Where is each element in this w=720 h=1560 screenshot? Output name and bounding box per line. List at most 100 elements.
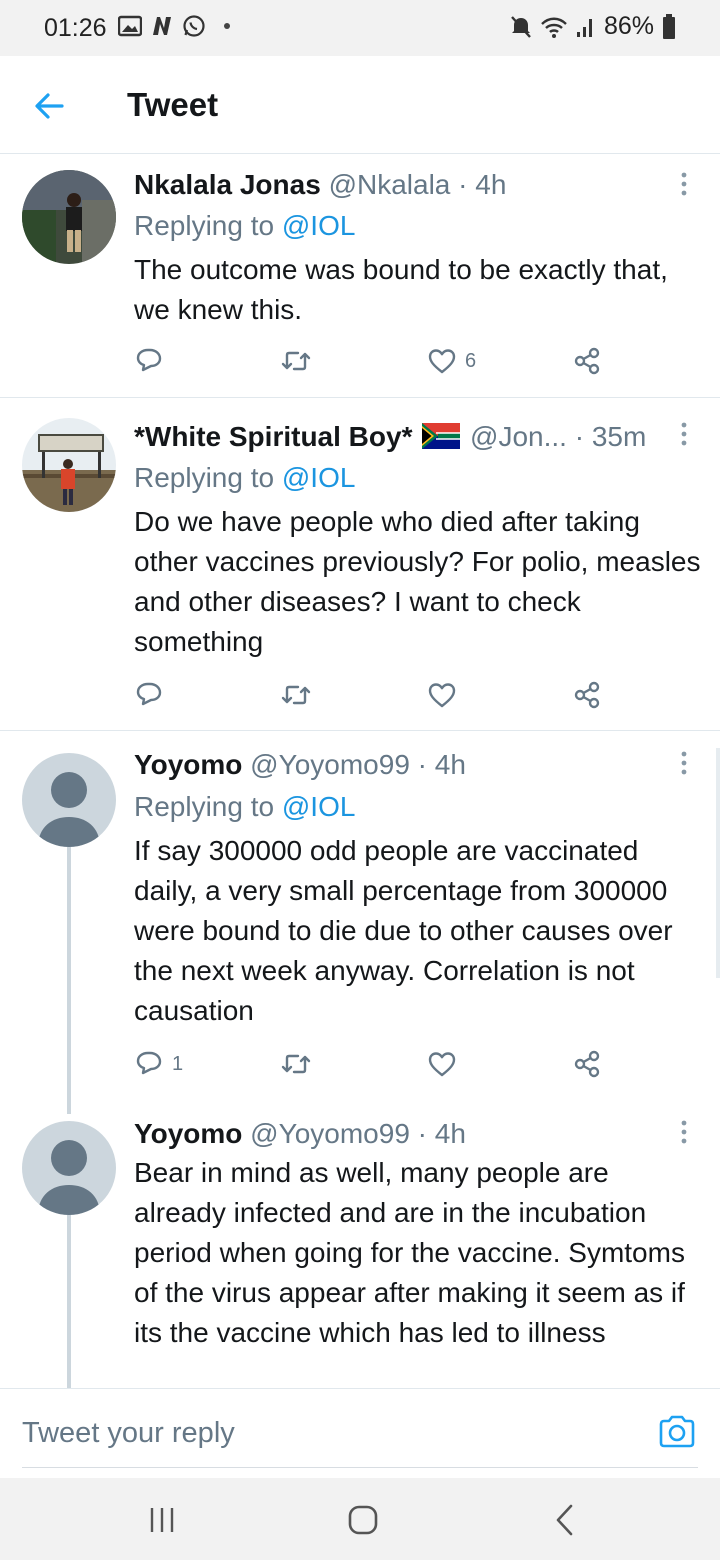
replying-prefix: Replying to <box>134 462 282 493</box>
retweet-icon <box>281 685 311 705</box>
heart-icon <box>428 1052 456 1077</box>
retweet-button[interactable] <box>280 678 320 712</box>
share-icon <box>574 1050 600 1078</box>
reply-icon <box>136 348 162 372</box>
retweet-icon <box>281 351 311 371</box>
back-icon[interactable] <box>545 1500 585 1540</box>
status-bar: 01:26 86% <box>0 0 720 56</box>
input-underline <box>22 1467 698 1468</box>
more-vertical-icon[interactable] <box>674 749 694 779</box>
retweet-icon <box>281 1054 311 1074</box>
page-title: Tweet <box>127 86 219 123</box>
tweet-actions <box>134 678 614 718</box>
share-icon <box>574 681 600 709</box>
heart-icon <box>428 349 456 374</box>
replying-prefix: Replying to <box>134 210 282 241</box>
status-time: 01:26 <box>44 14 107 42</box>
like-button[interactable]: 6 <box>427 344 476 378</box>
reply-count: 1 <box>172 1052 184 1075</box>
reply-button[interactable] <box>134 344 172 378</box>
more-vertical-icon[interactable] <box>674 420 694 450</box>
battery-icon <box>663 13 675 39</box>
system-icons: 86% <box>510 12 676 41</box>
tweet-header: Yoyomo @Yoyomo99 · 4h <box>134 749 466 781</box>
user-handle[interactable]: @Yoyomo99 <box>250 749 410 780</box>
tweet-text: The outcome was bound to be exactly that… <box>134 254 668 325</box>
user-name[interactable]: *White Spiritual Boy* <box>134 421 412 452</box>
user-handle[interactable]: @Yoyomo99 <box>250 1118 410 1149</box>
replying-to: Replying to @IOL <box>134 791 355 823</box>
tweet-time: · 4h <box>417 749 466 780</box>
system-navigation-bar <box>0 1478 720 1560</box>
home-icon[interactable] <box>343 1500 383 1540</box>
scrollbar[interactable] <box>716 748 720 978</box>
user-name[interactable]: Yoyomo <box>134 749 242 780</box>
tweet-time: · 35m <box>574 421 647 452</box>
tweet-header: *White Spiritual Boy* @Jon... · 35m <box>134 421 646 453</box>
tweet[interactable]: Nkalala Jonas @Nkalala · 4h Replying to … <box>0 154 720 397</box>
replying-mention[interactable]: @IOL <box>282 791 356 822</box>
tweet-text: Bear in mind as well, many people are al… <box>134 1157 685 1348</box>
arrow-left-icon[interactable] <box>30 86 70 126</box>
avatar-photo <box>22 170 116 264</box>
more-vertical-icon[interactable] <box>674 1118 694 1148</box>
share-icon <box>574 347 600 375</box>
more-vertical-icon[interactable] <box>674 170 694 200</box>
dot-icon <box>224 23 230 29</box>
replying-to: Replying to @IOL <box>134 210 355 242</box>
recents-icon[interactable] <box>142 1500 182 1540</box>
top-app-bar: Tweet <box>0 56 720 154</box>
signal-icon <box>576 18 592 37</box>
retweet-button[interactable] <box>280 344 320 378</box>
whatsapp-icon <box>183 15 205 37</box>
replying-mention[interactable]: @IOL <box>282 462 356 493</box>
tweet-text: Do we have people who died after taking … <box>134 506 701 657</box>
reply-icon <box>136 1051 162 1075</box>
reply-button[interactable] <box>134 678 172 712</box>
reply-bar: Tweet your reply <box>0 1388 720 1478</box>
wifi-icon <box>541 17 567 38</box>
user-handle[interactable]: @Nkalala <box>329 169 451 200</box>
user-handle[interactable]: @Jon... <box>470 421 567 452</box>
tweet-text: If say 300000 odd people are vaccinated … <box>134 835 673 1026</box>
user-name[interactable]: Yoyomo <box>134 1118 242 1149</box>
avatar[interactable] <box>22 1121 116 1215</box>
avatar-photo <box>22 418 116 512</box>
replying-prefix: Replying to <box>134 791 282 822</box>
avatar[interactable] <box>22 753 116 847</box>
n-icon <box>153 17 171 35</box>
default-avatar-icon <box>38 1140 100 1215</box>
avatar[interactable] <box>22 170 116 264</box>
avatar[interactable] <box>22 418 116 512</box>
share-button[interactable] <box>572 344 602 378</box>
replying-mention[interactable]: @IOL <box>282 210 356 241</box>
tweet-time: · 4h <box>417 1118 466 1149</box>
like-button[interactable] <box>427 1047 465 1081</box>
like-button[interactable] <box>427 678 465 712</box>
south-africa-flag-icon <box>422 423 461 449</box>
share-button[interactable] <box>572 678 602 712</box>
reply-icon <box>136 682 162 706</box>
reply-button[interactable]: 1 <box>134 1047 183 1081</box>
user-name[interactable]: Nkalala Jonas <box>134 169 321 200</box>
gallery-icon <box>118 15 142 37</box>
like-count: 6 <box>465 349 477 372</box>
share-button[interactable] <box>572 1047 602 1081</box>
retweet-button[interactable] <box>280 1047 320 1081</box>
battery-percent: 86% <box>603 12 654 40</box>
tweet[interactable]: *White Spiritual Boy* @Jon... · 35m Repl… <box>0 398 720 730</box>
mute-icon <box>511 15 531 38</box>
tweet-header: Nkalala Jonas @Nkalala · 4h <box>134 169 506 201</box>
default-avatar-icon <box>38 772 100 847</box>
tweet-header: Yoyomo @Yoyomo99 · 4h <box>134 1118 466 1150</box>
tweet[interactable]: Yoyomo @Yoyomo99 · 4h Bear in mind as we… <box>0 1101 720 1388</box>
tweet-actions: 6 <box>134 344 614 384</box>
camera-icon[interactable] <box>658 1413 696 1451</box>
tweet-actions: 1 <box>134 1047 614 1087</box>
tweet-time: · 4h <box>458 169 507 200</box>
heart-icon <box>428 683 456 708</box>
tweet[interactable]: Yoyomo @Yoyomo99 · 4h Replying to @IOL I… <box>0 731 720 1101</box>
replying-to: Replying to @IOL <box>134 462 355 494</box>
notification-icons <box>118 14 230 38</box>
tweet-reply-input[interactable]: Tweet your reply <box>22 1417 235 1450</box>
